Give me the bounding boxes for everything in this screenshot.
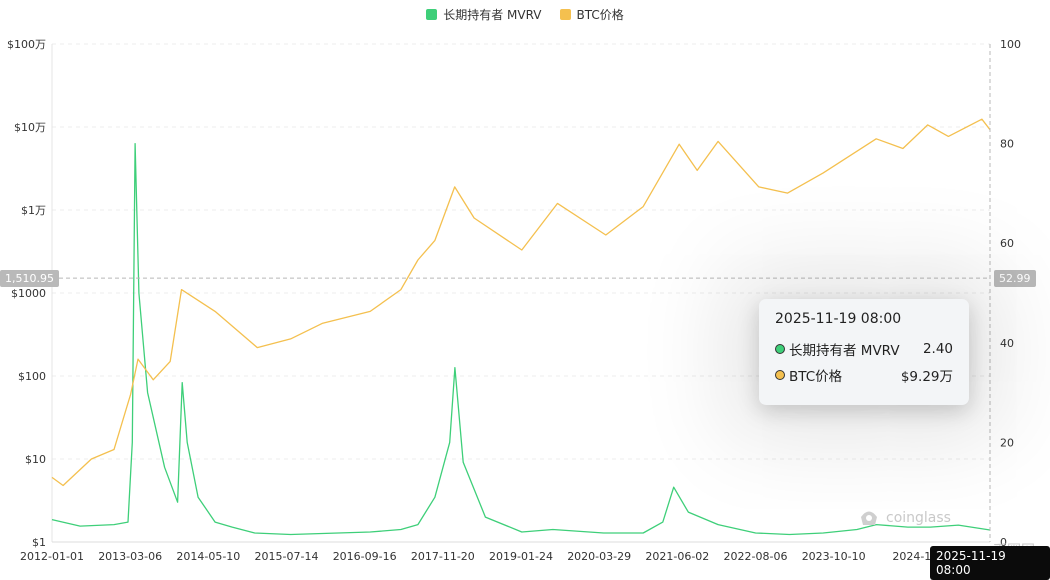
y-right-tick-label: 40: [1000, 337, 1014, 350]
legend-label-mvrv: 长期持有者 MVRV: [443, 8, 542, 22]
legend: 长期持有者 MVRV BTC价格: [0, 6, 1050, 23]
x-tick-label: 2024-1: [892, 550, 931, 563]
legend-swatch-mvrv: [426, 9, 438, 20]
coinglass-logo-icon: [861, 511, 877, 525]
x-tick-label: 2013-03-06: [98, 550, 162, 563]
y-left-tick-label: $10: [25, 453, 46, 466]
y-left-tick-label: $1000: [11, 287, 46, 300]
tooltip: 2025-11-19 08:00 长期持有者 MVRV 2.40 BTC价格 $…: [759, 299, 969, 405]
y-left-tick-label: $10万: [14, 121, 46, 134]
legend-item-mvrv[interactable]: 长期持有者 MVRV: [426, 6, 542, 23]
x-tick-label: 2022-08-06: [724, 550, 788, 563]
tooltip-row-mvrv: 长期持有者 MVRV 2.40: [775, 339, 953, 359]
tooltip-dot-mvrv: [775, 344, 785, 354]
tooltip-value-btc: $9.29万: [900, 369, 953, 385]
x-tick-label: 2017-11-20: [411, 550, 475, 563]
tooltip-dot-btc: [775, 370, 785, 380]
x-tick-label: 2023-10-10: [802, 550, 866, 563]
tooltip-label-mvrv: 长期持有者 MVRV: [789, 343, 900, 359]
x-tick-label: 2016-09-16: [333, 550, 397, 563]
x-tick-label: 2019-01-24: [489, 550, 553, 563]
crosshair-date-tag: 2025-11-19 08:00: [930, 546, 1050, 580]
legend-item-btc[interactable]: BTC价格: [559, 6, 624, 23]
crosshair-right-value: 52.99: [994, 270, 1036, 287]
x-tick-label: 2015-07-14: [255, 550, 319, 563]
tooltip-date: 2025-11-19 08:00: [775, 311, 902, 327]
tooltip-row-btc: BTC价格 $9.29万: [775, 365, 953, 385]
y-right-tick-label: 80: [1000, 138, 1014, 151]
tooltip-value-mvrv: 2.40: [922, 341, 953, 357]
x-tick-label: 2021-06-02: [645, 550, 709, 563]
x-tick-label: 2012-01-01: [20, 550, 84, 563]
crosshair-left-value: 1,510.95: [0, 270, 59, 287]
y-right-tick-label: 20: [1000, 436, 1014, 449]
y-right-tick-label: 100: [1000, 38, 1021, 51]
tooltip-label-btc: BTC价格: [789, 369, 843, 385]
legend-label-btc: BTC价格: [576, 8, 624, 22]
chart-container: $1 $10 $100 $1000 $1万 $10万 $100万 0 20 40 60 80 100 20…: [0, 0, 1050, 580]
y-left-tick-label: $100万: [7, 38, 46, 51]
x-tick-label: 2014-05-10: [176, 550, 240, 563]
chart-svg: $1$10$100$1000$1万$10万$100万02040608010020…: [7, 38, 1021, 563]
x-tick-label: 2020-03-29: [567, 550, 631, 563]
y-left-tick-label: $100: [18, 370, 46, 383]
y-left-tick-label: $1: [32, 536, 46, 549]
coinglass-brand-text: coinglass: [886, 510, 951, 526]
y-right-tick-label: 60: [1000, 237, 1014, 250]
y-left-tick-label: $1万: [21, 204, 46, 217]
legend-swatch-btc: [559, 9, 571, 20]
coinglass-watermark: coinglass: [858, 508, 951, 528]
